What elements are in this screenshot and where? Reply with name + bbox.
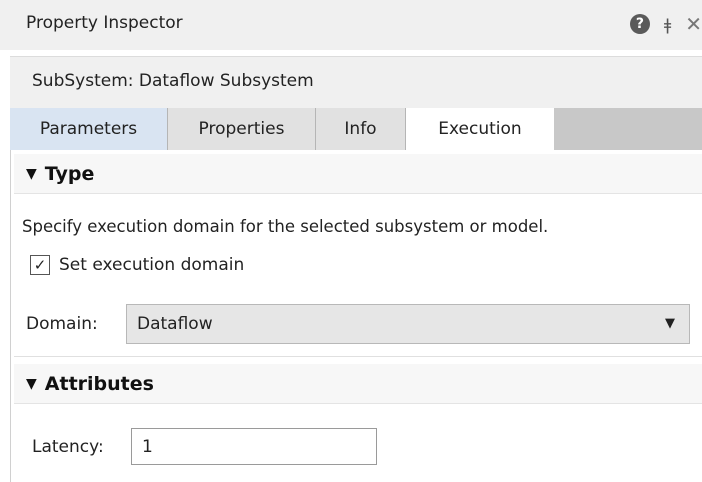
domain-label: Domain: [26, 314, 98, 334]
title-bar: Property Inspector ? ǂ ✕ [0, 0, 702, 50]
section-divider [14, 356, 702, 357]
close-icon[interactable]: ✕ [685, 12, 702, 36]
pin-icon[interactable]: ǂ [664, 15, 671, 34]
tab-execution[interactable]: Execution [406, 108, 554, 150]
subsystem-header: SubSystem: Dataflow Subsystem [10, 56, 702, 108]
set-execution-domain-checkbox[interactable]: ✓ [30, 255, 50, 275]
set-execution-domain-row[interactable]: ✓ Set execution domain [30, 255, 244, 275]
latency-label: Latency: [32, 437, 104, 457]
tab-parameters[interactable]: Parameters [10, 108, 168, 150]
subsystem-title: SubSystem: Dataflow Subsystem [32, 71, 314, 91]
tab-properties[interactable]: Properties [168, 108, 316, 150]
help-icon[interactable]: ? [629, 14, 650, 34]
collapse-triangle-icon: ▼ [26, 165, 37, 182]
title-bar-controls: ? ǂ ✕ [629, 12, 702, 36]
domain-selected-value: Dataflow [137, 314, 213, 334]
window-title: Property Inspector [26, 13, 183, 33]
domain-dropdown[interactable]: Dataflow ▼ [126, 304, 690, 344]
panel-left-border [10, 150, 11, 482]
type-section-header[interactable]: ▼ Type [14, 154, 702, 194]
tab-strip: Parameters Properties Info Execution [10, 108, 702, 150]
dropdown-arrow-icon: ▼ [665, 316, 675, 331]
latency-input[interactable] [131, 428, 377, 465]
collapse-triangle-icon: ▼ [26, 375, 37, 392]
type-section-title: Type [44, 162, 95, 185]
attributes-section-header[interactable]: ▼ Attributes [14, 364, 702, 404]
attributes-section-title: Attributes [44, 372, 154, 395]
type-description: Specify execution domain for the selecte… [22, 217, 549, 236]
tab-info[interactable]: Info [316, 108, 406, 150]
set-execution-domain-label: Set execution domain [59, 255, 245, 275]
